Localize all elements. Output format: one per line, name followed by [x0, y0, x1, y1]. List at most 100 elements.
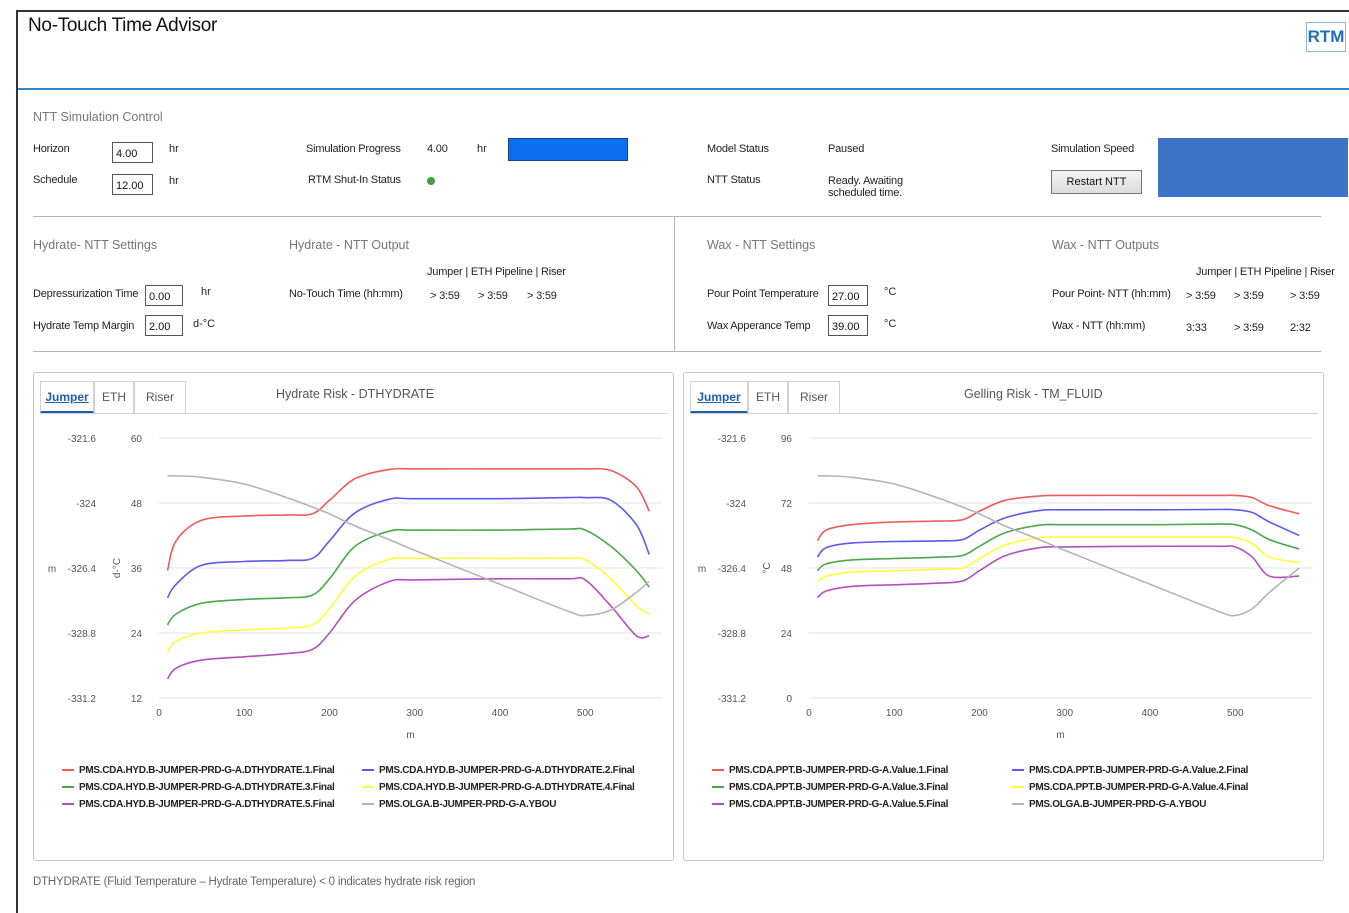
y2-tick-label: -324	[726, 499, 746, 510]
legend-item[interactable]: PMS.CDA.HYD.B-JUMPER-PRD-G-A.DTHYDRATE.1…	[62, 765, 335, 776]
y-axis-label-right: °C	[762, 562, 773, 573]
wax-ntt-riser: 2:32	[1290, 322, 1311, 334]
legend-item[interactable]: PMS.CDA.PPT.B-JUMPER-PRD-G-A.Value.5.Fin…	[712, 799, 948, 810]
legend-label: PMS.CDA.HYD.B-JUMPER-PRD-G-A.DTHYDRATE.3…	[79, 782, 335, 793]
legend-item[interactable]: PMS.CDA.HYD.B-JUMPER-PRD-G-A.DTHYDRATE.5…	[62, 799, 335, 810]
legend-swatch	[62, 803, 74, 806]
wat-label: Wax Apperance Temp	[707, 320, 811, 332]
tab-underline	[690, 413, 1318, 414]
series-line	[166, 556, 650, 653]
hydrate-settings-title: Hydrate- NTT Settings	[33, 238, 158, 252]
horizon-label: Horizon	[33, 143, 70, 155]
legend-swatch	[712, 769, 724, 772]
x-tick-label: 500	[1227, 708, 1244, 719]
rtm-shutin-status-indicator	[427, 177, 435, 185]
schedule-input[interactable]	[112, 174, 153, 195]
hydrate-ntt-riser: > 3:59	[527, 290, 557, 302]
legend-swatch	[1012, 769, 1024, 772]
ntt-status-label: NTT Status	[707, 174, 761, 186]
depress-time-input[interactable]	[145, 285, 183, 306]
footnote: DTHYDRATE (Fluid Temperature – Hydrate T…	[33, 876, 476, 888]
series-line	[816, 545, 1300, 599]
legend-item[interactable]: PMS.CDA.HYD.B-JUMPER-PRD-G-A.DTHYDRATE.4…	[362, 782, 635, 793]
legend-swatch	[362, 769, 374, 772]
model-status-value: Paused	[828, 143, 865, 155]
y-tick-label: 12	[131, 694, 143, 705]
tab-jumper[interactable]: Jumper	[690, 381, 748, 414]
pour-point-unit: °C	[884, 286, 897, 298]
legend-label: PMS.CDA.PPT.B-JUMPER-PRD-G-A.Value.1.Fin…	[729, 765, 949, 776]
tab-eth[interactable]: ETH	[748, 381, 788, 414]
hydrate-margin-unit: d-°C	[193, 318, 216, 330]
y2-tick-label: -326.4	[718, 564, 747, 575]
rtm-shutin-label: RTM Shut-In Status	[308, 174, 401, 186]
x-tick-label: 300	[1056, 708, 1073, 719]
sim-speed-label: Simulation Speed	[1051, 143, 1135, 155]
x-tick-label: 100	[236, 708, 253, 719]
tab-underline	[40, 413, 668, 414]
legend-label: PMS.CDA.PPT.B-JUMPER-PRD-G-A.Value.5.Fin…	[729, 799, 949, 810]
ntt-status-value-line2: scheduled time.	[828, 187, 903, 199]
y-tick-label: 48	[781, 564, 793, 575]
series-line	[816, 494, 1300, 542]
hydrate-ntt-label: No-Touch Time (hh:mm)	[289, 288, 403, 300]
rtm-tab[interactable]: RTM	[1306, 22, 1346, 52]
legend-item[interactable]: PMS.OLGA.B-JUMPER-PRD-G-A.YBOU	[1012, 799, 1206, 810]
pour-ntt-label: Pour Point- NTT (hh:mm)	[1052, 288, 1171, 300]
tab-riser[interactable]: Riser	[134, 381, 186, 414]
tab-riser[interactable]: Riser	[788, 381, 840, 414]
y2-tick-label: -324	[76, 499, 96, 510]
y2-tick-label: -331.2	[718, 694, 747, 705]
wax-ntt-jumper: 3:33	[1186, 322, 1207, 334]
y2-tick-label: -331.2	[68, 694, 97, 705]
wax-ntt-eth: > 3:59	[1234, 322, 1264, 334]
wax-output-columns: Jumper | ETH Pipeline | Riser	[1196, 266, 1335, 278]
legend-swatch	[712, 803, 724, 806]
restart-ntt-button[interactable]: Restart NTT	[1051, 170, 1142, 194]
x-tick-label: 400	[1142, 708, 1159, 719]
legend-item[interactable]: PMS.CDA.PPT.B-JUMPER-PRD-G-A.Value.3.Fin…	[712, 782, 948, 793]
pour-ntt-eth: > 3:59	[1234, 290, 1264, 302]
x-tick-label: 200	[971, 708, 988, 719]
hydrate-chart-panel: Jumper ETH Riser Hydrate Risk - DTHYDRAT…	[33, 372, 674, 861]
series-line	[816, 508, 1300, 558]
pour-point-input[interactable]	[828, 285, 868, 306]
tab-eth[interactable]: ETH	[94, 381, 134, 414]
hydrate-chart-title: Hydrate Risk - DTHYDRATE	[276, 387, 435, 401]
legend-item[interactable]: PMS.CDA.HYD.B-JUMPER-PRD-G-A.DTHYDRATE.2…	[362, 765, 635, 776]
wat-input[interactable]	[828, 315, 868, 336]
tab-jumper[interactable]: Jumper	[40, 381, 94, 414]
hydrate-output-columns: Jumper | ETH Pipeline | Riser	[427, 266, 566, 278]
y-tick-label: 24	[781, 629, 793, 640]
wax-ntt-label: Wax - NTT (hh:mm)	[1052, 320, 1146, 332]
pour-ntt-riser: > 3:59	[1290, 290, 1320, 302]
legend-swatch	[712, 786, 724, 789]
y-tick-label: 72	[781, 499, 793, 510]
pour-point-label: Pour Point Temperature	[707, 288, 819, 300]
y-axis-label-right: d-°C	[112, 558, 123, 578]
legend-item[interactable]: PMS.OLGA.B-JUMPER-PRD-G-A.YBOU	[362, 799, 556, 810]
hydrate-output-title: Hydrate - NTT Output	[289, 238, 409, 252]
sim-speed-slider[interactable]	[1158, 138, 1348, 197]
legend-label: PMS.CDA.PPT.B-JUMPER-PRD-G-A.Value.3.Fin…	[729, 782, 949, 793]
header-divider	[18, 88, 1349, 90]
legend-item[interactable]: PMS.CDA.PPT.B-JUMPER-PRD-G-A.Value.2.Fin…	[1012, 765, 1248, 776]
y-axis-label-left: m	[698, 564, 706, 575]
y-axis-label-left: m	[48, 564, 56, 575]
model-status-label: Model Status	[707, 143, 769, 155]
section-divider-2	[33, 351, 1321, 352]
series-line	[166, 527, 650, 626]
hydrate-margin-label: Hydrate Temp Margin	[33, 320, 135, 332]
legend-label: PMS.OLGA.B-JUMPER-PRD-G-A.YBOU	[1029, 799, 1207, 810]
horizon-input[interactable]	[112, 142, 153, 163]
legend-item[interactable]: PMS.CDA.PPT.B-JUMPER-PRD-G-A.Value.4.Fin…	[1012, 782, 1248, 793]
legend-item[interactable]: PMS.CDA.PPT.B-JUMPER-PRD-G-A.Value.1.Fin…	[712, 765, 948, 776]
y-tick-label: 24	[131, 629, 143, 640]
legend-label: PMS.CDA.HYD.B-JUMPER-PRD-G-A.DTHYDRATE.5…	[79, 799, 335, 810]
hydrate-margin-input[interactable]	[145, 315, 183, 336]
legend-item[interactable]: PMS.CDA.HYD.B-JUMPER-PRD-G-A.DTHYDRATE.3…	[62, 782, 335, 793]
x-tick-label: 400	[492, 708, 509, 719]
x-tick-label: 100	[886, 708, 903, 719]
sim-progress-value: 4.00	[427, 143, 448, 155]
series-line	[166, 467, 650, 571]
